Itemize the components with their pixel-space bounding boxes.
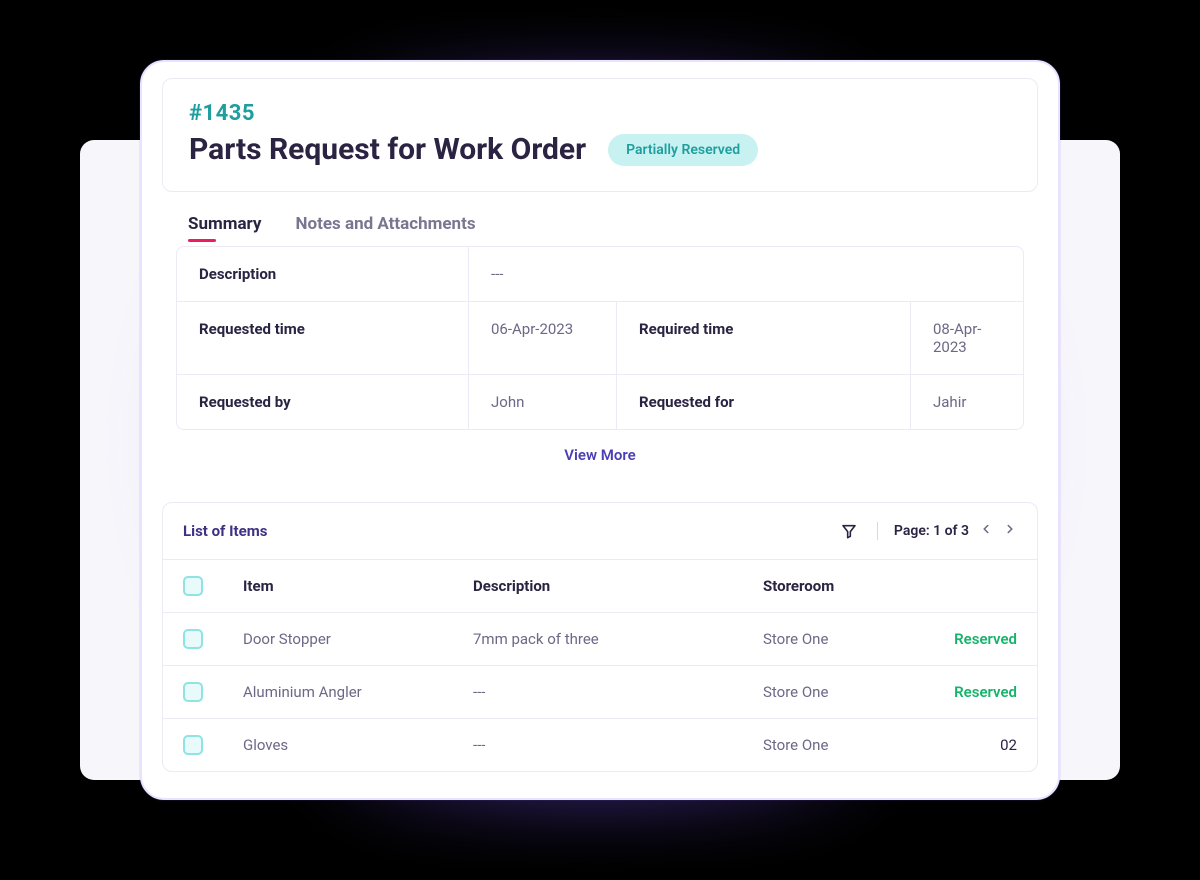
table-header-row: Item Description Storeroom bbox=[163, 560, 1037, 613]
cell-item: Door Stopper bbox=[243, 630, 473, 648]
select-all-checkbox[interactable] bbox=[183, 576, 203, 596]
summary-label: Requested time bbox=[177, 302, 469, 374]
items-section-title: List of Items bbox=[183, 522, 837, 540]
pager-prev-icon[interactable] bbox=[979, 522, 993, 540]
summary-label: Requested for bbox=[617, 375, 911, 429]
filter-icon[interactable] bbox=[837, 519, 861, 543]
pager: Page: 1 of 3 bbox=[894, 522, 1017, 540]
cell-status: 02 bbox=[897, 736, 1017, 754]
pager-next-icon[interactable] bbox=[1003, 522, 1017, 540]
summary-table: Description --- Requested time 06-Apr-20… bbox=[176, 246, 1024, 430]
items-card: List of Items Page: 1 of 3 Item Descript… bbox=[162, 502, 1038, 772]
cell-status: Reserved bbox=[897, 683, 1017, 701]
summary-label: Requested by bbox=[177, 375, 469, 429]
col-description: Description bbox=[473, 577, 763, 595]
summary-row-time: Requested time 06-Apr-2023 Required time… bbox=[177, 302, 1023, 375]
summary-value: Jahir bbox=[911, 375, 1023, 429]
row-checkbox[interactable] bbox=[183, 682, 203, 702]
cell-item: Gloves bbox=[243, 736, 473, 754]
summary-value: John bbox=[469, 375, 617, 429]
divider bbox=[877, 522, 878, 540]
cell-description: --- bbox=[473, 683, 763, 701]
cell-item: Aluminium Angler bbox=[243, 683, 473, 701]
table-row: Gloves --- Store One 02 bbox=[163, 719, 1037, 771]
view-more-link[interactable]: View More bbox=[162, 430, 1038, 488]
items-table: Item Description Storeroom Door Stopper … bbox=[163, 560, 1037, 771]
summary-row-description: Description --- bbox=[177, 247, 1023, 302]
col-storeroom: Storeroom bbox=[763, 577, 897, 595]
summary-value: 08-Apr-2023 bbox=[911, 302, 1023, 374]
tab-notes[interactable]: Notes and Attachments bbox=[295, 214, 475, 234]
col-item: Item bbox=[243, 577, 473, 595]
header-card: #1435 Parts Request for Work Order Parti… bbox=[162, 78, 1038, 192]
table-row: Aluminium Angler --- Store One Reserved bbox=[163, 666, 1037, 719]
request-id: #1435 bbox=[189, 101, 1011, 126]
row-checkbox[interactable] bbox=[183, 735, 203, 755]
tab-summary[interactable]: Summary bbox=[188, 214, 261, 234]
summary-value: 06-Apr-2023 bbox=[469, 302, 617, 374]
cell-storeroom: Store One bbox=[763, 736, 897, 754]
cell-status: Reserved bbox=[897, 630, 1017, 648]
summary-value: --- bbox=[469, 247, 1023, 301]
cell-description: --- bbox=[473, 736, 763, 754]
status-badge: Partially Reserved bbox=[608, 134, 758, 166]
app-window: #1435 Parts Request for Work Order Parti… bbox=[140, 60, 1060, 800]
pager-label: Page: 1 of 3 bbox=[894, 523, 969, 539]
summary-row-people: Requested by John Requested for Jahir bbox=[177, 375, 1023, 429]
page-title: Parts Request for Work Order bbox=[189, 132, 586, 167]
row-checkbox[interactable] bbox=[183, 629, 203, 649]
summary-label: Description bbox=[177, 247, 469, 301]
summary-label: Required time bbox=[617, 302, 911, 374]
cell-storeroom: Store One bbox=[763, 683, 897, 701]
table-row: Door Stopper 7mm pack of three Store One… bbox=[163, 613, 1037, 666]
cell-storeroom: Store One bbox=[763, 630, 897, 648]
cell-description: 7mm pack of three bbox=[473, 630, 763, 648]
tabs: Summary Notes and Attachments bbox=[162, 192, 1038, 246]
